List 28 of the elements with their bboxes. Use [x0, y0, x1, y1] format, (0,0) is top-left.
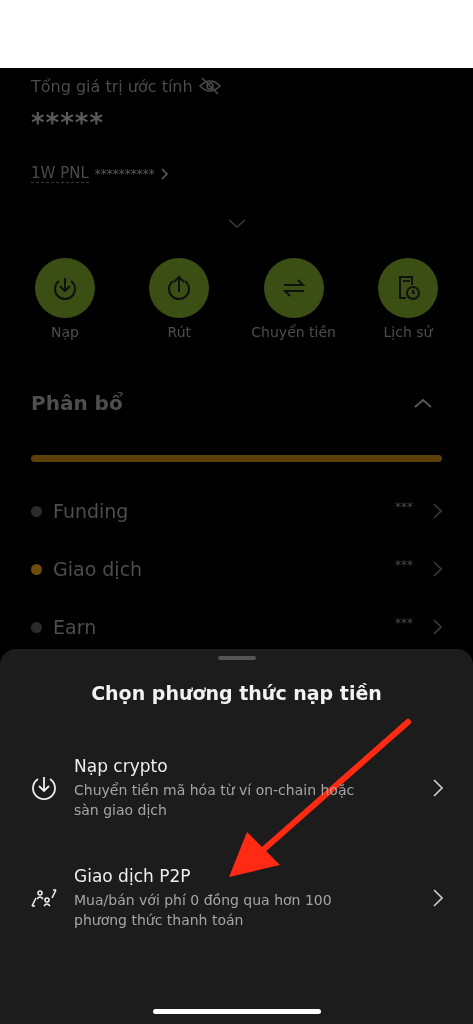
- transfer-icon: [280, 277, 307, 299]
- deposit-option[interactable]: Giao dịch P2P Mua/bán với phí 0 đồng qua hơn 100 phương thức thanh toán: [0, 866, 473, 930]
- drag-handle[interactable]: [217, 656, 256, 660]
- chevron-right-icon[interactable]: [160, 167, 169, 180]
- chevron-right-icon: [433, 503, 442, 519]
- action-button[interactable]: Nạp: [19, 258, 111, 340]
- total-value: *****: [31, 108, 105, 138]
- pnl-label[interactable]: 1W PNL: [31, 164, 89, 183]
- allocation-row[interactable]: Giao dịch ***: [31, 540, 442, 598]
- pnl-value: **********: [94, 166, 155, 181]
- chevron-right-icon: [433, 889, 443, 907]
- chevron-up-icon[interactable]: [414, 398, 432, 408]
- download-icon: [30, 774, 58, 802]
- chevron-down-icon[interactable]: [227, 219, 246, 229]
- chevron-right-icon: [433, 779, 443, 797]
- allocation-row[interactable]: Funding ***: [31, 482, 442, 540]
- action-button[interactable]: Lịch sử: [362, 258, 454, 340]
- option-title: Nạp crypto: [74, 756, 169, 776]
- chevron-right-icon: [433, 561, 442, 577]
- chevron-right-icon: [433, 619, 442, 635]
- total-value-label: Tổng giá trị ước tính: [31, 76, 193, 96]
- action-button[interactable]: Rút: [133, 258, 226, 340]
- option-title: Giao dịch P2P: [74, 866, 192, 886]
- option-description: Mua/bán với phí 0 đồng qua hơn 100 phương thức thanh toán: [74, 891, 333, 930]
- sheet-title: Chọn phương thức nạp tiền: [91, 682, 382, 704]
- eye-hidden-icon[interactable]: [198, 77, 221, 95]
- section-title: Phân bổ: [31, 391, 123, 415]
- action-button[interactable]: Chuyển tiền: [247, 258, 340, 340]
